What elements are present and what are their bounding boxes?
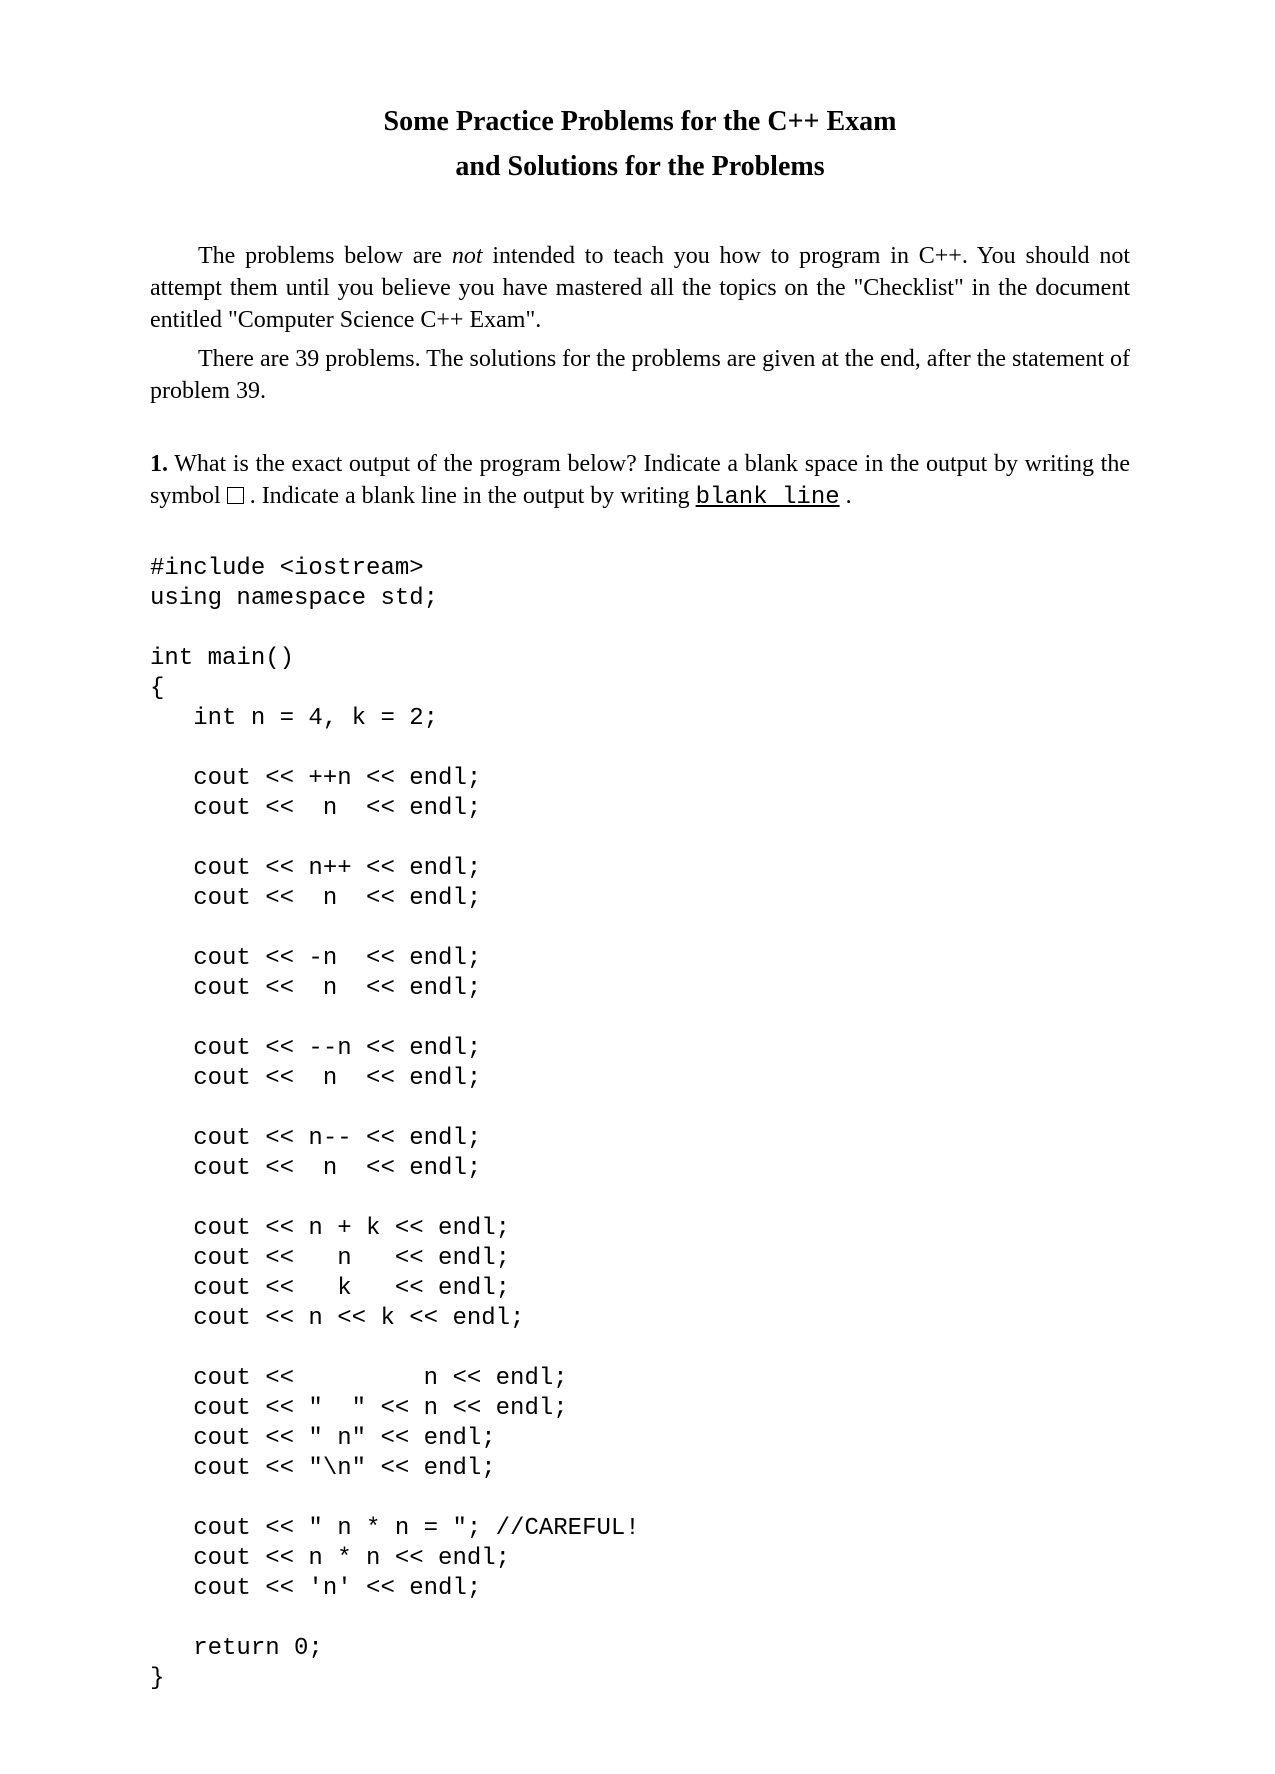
blank-line-literal: blank line bbox=[696, 484, 840, 511]
intro-not: not bbox=[452, 243, 483, 269]
document-page: Some Practice Problems for the C++ Exam … bbox=[0, 0, 1275, 1774]
title-line-2: and Solutions for the Problems bbox=[150, 145, 1130, 190]
code-listing: #include <iostream> using namespace std;… bbox=[150, 554, 1130, 1694]
question-1: 1. What is the exact output of the progr… bbox=[150, 448, 1130, 515]
document-title: Some Practice Problems for the C++ Exam … bbox=[150, 100, 1130, 190]
question-text-b: . Indicate a blank line in the output by… bbox=[244, 483, 696, 509]
intro-text-a: The problems below are bbox=[198, 243, 452, 269]
blank-square-icon bbox=[227, 487, 244, 504]
title-line-1: Some Practice Problems for the C++ Exam bbox=[150, 100, 1130, 145]
question-number: 1. bbox=[150, 451, 168, 477]
question-text-c: . bbox=[840, 483, 852, 509]
intro-paragraph-1: The problems below are not intended to t… bbox=[150, 240, 1130, 337]
intro-paragraph-2: There are 39 problems. The solutions for… bbox=[150, 343, 1130, 408]
